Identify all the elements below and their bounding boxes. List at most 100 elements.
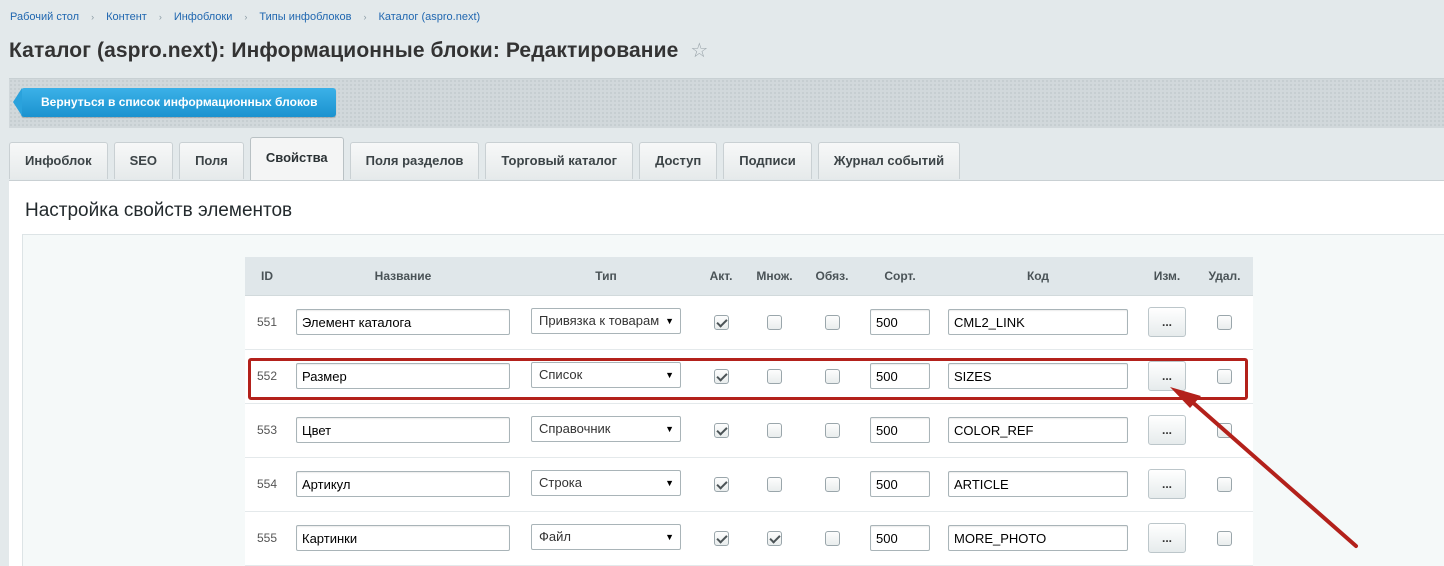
required-checkbox[interactable] [824,476,840,492]
type-select-value: Файл [539,528,571,544]
chevron-down-icon: ▼ [665,477,674,488]
section-title: Настройка свойств элементов [25,200,293,221]
active-checkbox[interactable] [713,368,729,384]
code-field[interactable] [948,309,1128,335]
active-checkbox[interactable] [713,476,729,492]
code-field[interactable] [948,363,1128,389]
type-select[interactable]: Справочник ▼ [531,415,681,442]
sort-field[interactable] [870,525,930,551]
back-to-list-button[interactable]: Вернуться в список информационных блоков [13,88,336,117]
code-cell [938,511,1138,566]
type-cell: Список ▼ [517,349,695,404]
chevron-down-icon: ▼ [665,531,674,542]
active-checkbox[interactable] [713,422,729,438]
name-cell [289,349,517,404]
type-select[interactable]: Файл ▼ [531,523,681,550]
tab-seo[interactable]: SEO [113,142,174,179]
type-select[interactable]: Привязка к товарам ▼ [531,307,681,334]
code-cell [938,349,1138,404]
active-checkbox[interactable] [713,530,729,546]
delete-checkbox[interactable] [1217,530,1232,546]
required-checkbox[interactable] [824,314,840,330]
multiple-checkbox[interactable] [767,530,782,546]
name-field[interactable] [296,309,510,335]
edit-property-button[interactable]: ... [1148,415,1186,445]
tab-properties[interactable]: Свойства [249,137,344,180]
sort-field[interactable] [870,417,930,443]
table-row: 554 Строка ▼... [245,457,1253,512]
breadcrumb-item-content[interactable]: Контент [106,11,147,23]
required-checkbox[interactable] [824,530,840,546]
breadcrumb-item-iblocks[interactable]: Инфоблоки [174,11,233,23]
sort-field[interactable] [870,309,930,335]
delete-checkbox[interactable] [1217,314,1232,330]
tab-fields[interactable]: Поля [179,142,244,179]
type-select[interactable]: Список ▼ [531,361,681,388]
multiple-cell [747,457,802,512]
breadcrumb-item-desktop[interactable]: Рабочий стол [10,11,79,23]
multiple-cell [747,403,802,458]
required-checkbox[interactable] [824,422,840,438]
edit-property-button[interactable]: ... [1148,307,1186,337]
edit-cell: ... [1138,295,1196,350]
edit-property-button[interactable]: ... [1148,469,1186,499]
delete-checkbox[interactable] [1217,422,1232,438]
tab-trade-catalog[interactable]: Торговый каталог [485,142,634,179]
required-cell [802,403,862,458]
required-cell [802,295,862,350]
name-field[interactable] [296,525,510,551]
header-name: Название [289,257,517,296]
delete-checkbox[interactable] [1217,368,1232,384]
breadcrumb-separator-icon: › [158,12,162,22]
breadcrumb-separator-icon: › [363,12,367,22]
header-delete: Удал. [1196,257,1253,296]
table-header-row: ID Название Тип Акт. Множ. Обяз. Сорт. К… [245,257,1253,296]
multiple-checkbox[interactable] [767,422,782,438]
active-cell [695,295,747,350]
required-checkbox[interactable] [824,368,840,384]
tab-iblock[interactable]: Инфоблок [9,142,108,179]
table-row: 551 Привязка к товарам ▼... [245,295,1253,350]
delete-cell [1196,511,1253,566]
name-field[interactable] [296,417,510,443]
active-cell [695,511,747,566]
row-id: 555 [245,511,289,566]
type-cell: Привязка к товарам ▼ [517,295,695,350]
header-code: Код [938,257,1138,296]
delete-cell [1196,457,1253,512]
multiple-checkbox[interactable] [767,476,782,492]
name-field[interactable] [296,363,510,389]
type-cell: Файл ▼ [517,511,695,566]
name-field[interactable] [296,471,510,497]
type-select-value: Строка [539,474,583,490]
required-cell [802,457,862,512]
page-title-text: Каталог (aspro.next): Информационные бло… [9,38,679,62]
code-cell [938,295,1138,350]
type-cell: Строка ▼ [517,457,695,512]
breadcrumb-item-iblock-types[interactable]: Типы инфоблоков [259,11,351,23]
tab-access[interactable]: Доступ [639,142,718,179]
breadcrumb-item-catalog[interactable]: Каталог (aspro.next) [378,11,480,23]
required-cell [802,511,862,566]
edit-property-button[interactable]: ... [1148,523,1186,553]
active-checkbox[interactable] [713,314,729,330]
star-icon[interactable]: ☆ [690,38,708,63]
sort-field[interactable] [870,471,930,497]
active-cell [695,403,747,458]
edit-property-button[interactable]: ... [1148,361,1186,391]
tab-event-log[interactable]: Журнал событий [817,142,961,179]
type-cell: Справочник ▼ [517,403,695,458]
code-field[interactable] [948,471,1128,497]
edit-cell: ... [1138,403,1196,458]
multiple-checkbox[interactable] [767,368,782,384]
header-active: Акт. [695,257,747,296]
sort-field[interactable] [870,363,930,389]
code-field[interactable] [948,525,1128,551]
chevron-down-icon: ▼ [665,315,674,326]
delete-checkbox[interactable] [1217,476,1232,492]
type-select[interactable]: Строка ▼ [531,469,681,496]
tab-captions[interactable]: Подписи [723,142,812,179]
code-field[interactable] [948,417,1128,443]
multiple-checkbox[interactable] [767,314,782,330]
tab-section-fields[interactable]: Поля разделов [349,142,480,179]
